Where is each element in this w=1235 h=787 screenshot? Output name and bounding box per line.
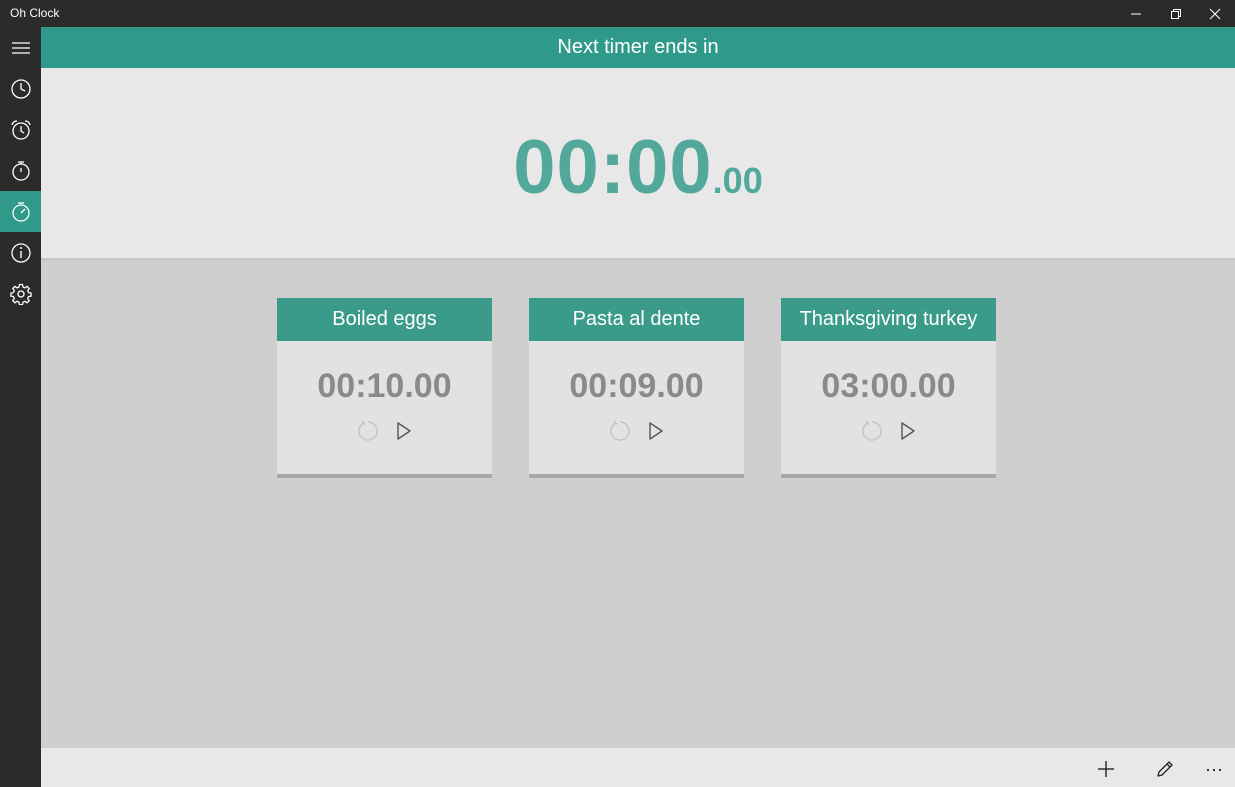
hamburger-menu-button[interactable]: [0, 27, 41, 68]
next-timer-main: 00:00: [513, 125, 713, 210]
sidebar-item-alarm[interactable]: [0, 109, 41, 150]
timer-time: 00:10.00: [317, 367, 452, 405]
edit-button[interactable]: [1148, 752, 1182, 786]
reset-button[interactable]: [858, 418, 884, 444]
more-options-button[interactable]: [1197, 752, 1231, 786]
sidebar-item-clock[interactable]: [0, 68, 41, 109]
timers-area: Boiled eggs 00:10.00 Pasta al dente 00:0…: [41, 261, 1235, 748]
play-icon: [396, 422, 411, 440]
sidebar-item-timer[interactable]: [0, 191, 41, 232]
add-timer-button[interactable]: [1089, 752, 1123, 786]
restore-icon: [1171, 8, 1181, 19]
reset-icon: [357, 420, 378, 441]
title-bar: Oh Clock: [0, 0, 1235, 27]
more-icon: [1206, 768, 1222, 772]
close-button[interactable]: [1192, 0, 1235, 27]
app-title: Oh Clock: [10, 6, 60, 20]
page-title: Next timer ends in: [557, 36, 719, 58]
timer-name: Thanksgiving turkey: [799, 308, 978, 330]
plus-icon: [1098, 761, 1114, 777]
play-button[interactable]: [894, 418, 920, 444]
timer-card-header: Boiled eggs: [277, 298, 492, 341]
timer-name: Pasta al dente: [572, 308, 701, 330]
reset-button[interactable]: [606, 418, 632, 444]
settings-gear-icon: [9, 283, 32, 305]
page-header: Next timer ends in: [41, 27, 1235, 68]
clock-icon: [10, 78, 31, 99]
timer-controls: [781, 418, 996, 444]
next-timer-panel: 00:00.00: [41, 68, 1235, 258]
minimize-icon: [1131, 13, 1141, 14]
play-button[interactable]: [642, 418, 668, 444]
reset-icon: [609, 420, 630, 441]
play-icon: [900, 422, 915, 440]
play-button[interactable]: [390, 418, 416, 444]
pencil-icon: [1157, 761, 1173, 777]
sidebar-item-settings[interactable]: [0, 273, 41, 314]
close-icon: [1209, 8, 1221, 19]
timer-icon: [11, 201, 30, 222]
timer-card-header: Thanksgiving turkey: [781, 298, 996, 341]
reset-icon: [861, 420, 882, 441]
timer-card[interactable]: Thanksgiving turkey 03:00.00: [781, 298, 996, 478]
timer-controls: [529, 418, 744, 444]
timer-name: Boiled eggs: [332, 308, 437, 330]
reset-button[interactable]: [354, 418, 380, 444]
alarm-icon: [10, 119, 31, 140]
sidebar: [0, 27, 41, 787]
timer-card-header: Pasta al dente: [529, 298, 744, 341]
info-icon: [10, 242, 31, 263]
timer-controls: [277, 418, 492, 444]
hamburger-menu-icon: [11, 41, 30, 54]
command-bar: [41, 748, 1235, 787]
timer-time: 03:00.00: [821, 367, 956, 405]
next-timer-fraction: .00: [712, 160, 763, 201]
timer-card[interactable]: Boiled eggs 00:10.00: [277, 298, 492, 478]
stopwatch-icon: [11, 160, 30, 181]
timer-time: 00:09.00: [569, 367, 704, 405]
play-icon: [648, 422, 663, 440]
next-timer-display: 00:00.00: [41, 124, 1235, 211]
sidebar-item-info[interactable]: [0, 232, 41, 273]
sidebar-item-stopwatch[interactable]: [0, 150, 41, 191]
timer-card[interactable]: Pasta al dente 00:09.00: [529, 298, 744, 478]
